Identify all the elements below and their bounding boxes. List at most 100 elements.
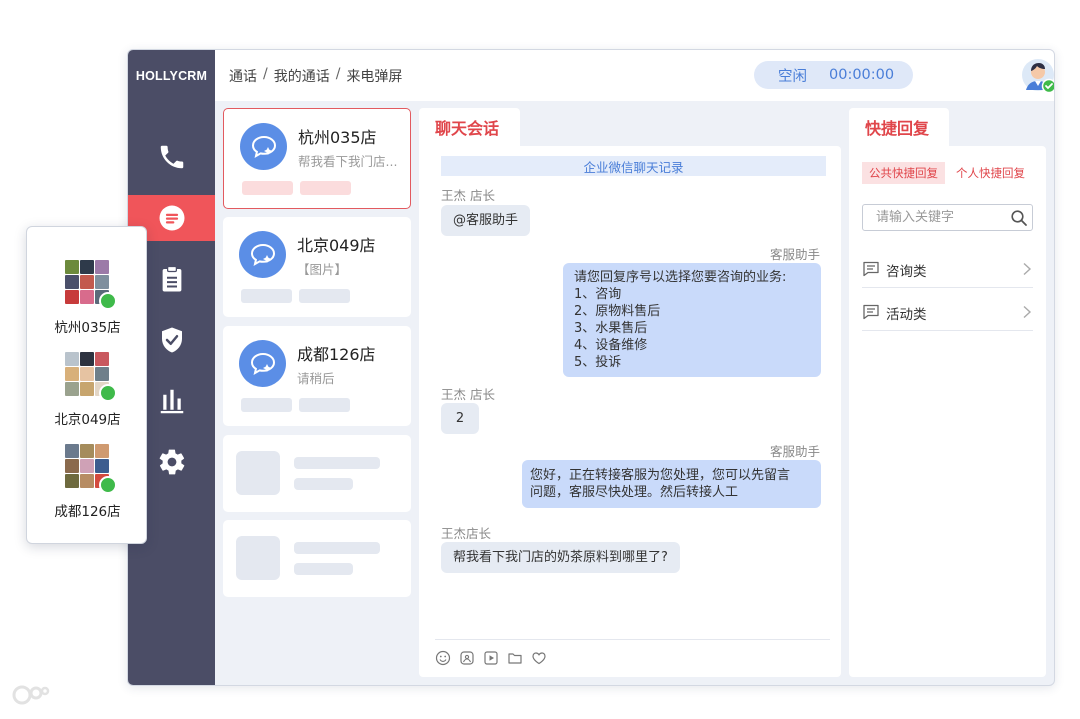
- session-preview: 请稍后: [297, 371, 335, 386]
- wechat-icon: [99, 292, 117, 310]
- session-preview: 【图片】: [297, 262, 348, 277]
- chat-icon: [159, 205, 184, 231]
- skeleton-line: [294, 478, 353, 490]
- video-icon[interactable]: [483, 650, 499, 666]
- session-tag: [299, 289, 350, 303]
- topbar: 通话 / 我的通话 / 来电弹屏 空闲 00:00:00: [215, 50, 1054, 101]
- session-tag: [299, 398, 350, 412]
- session-placeholder: [223, 435, 411, 512]
- call-timer: 00:00:00: [829, 67, 895, 83]
- session-chat-icon: [240, 123, 287, 170]
- emoji-icon[interactable]: [435, 650, 451, 666]
- group-item[interactable]: 北京049店: [27, 352, 148, 432]
- message-bubble: 2: [441, 403, 479, 434]
- session-card[interactable]: 杭州035店 帮我看下我门店...: [223, 108, 411, 209]
- skeleton-avatar: [236, 536, 280, 580]
- message-bubble: 帮我看下我门店的奶茶原料到哪里了?: [441, 542, 680, 573]
- chat-toolbar: [435, 650, 547, 666]
- session-tag: [300, 181, 351, 195]
- nav-phone[interactable]: [128, 134, 215, 180]
- message-line: 请您回复序号以选择您要咨询的业务:: [574, 270, 787, 285]
- tab-personal-quick-reply[interactable]: 个人快捷回复: [949, 162, 1032, 184]
- session-name: 杭州035店: [298, 128, 377, 147]
- chevron-right-icon: [1023, 305, 1032, 319]
- chat-panel: 企业微信聊天记录 王杰 店长 @客服助手 客服助手 请您回复序号以选择您要咨询的…: [419, 146, 841, 677]
- message-icon: [863, 261, 879, 277]
- wechat-icon: [99, 384, 117, 402]
- category-label: 活动类: [886, 307, 927, 323]
- message-sender: 王杰店长: [441, 526, 492, 541]
- wechat-icon: [99, 476, 117, 494]
- tab-quick-reply[interactable]: 快捷回复: [849, 108, 949, 146]
- app-logo: HOLLYCRM: [135, 68, 208, 83]
- breadcrumb-separator: /: [335, 66, 341, 82]
- chat-input-divider: [435, 639, 830, 640]
- session-name: 成都126店: [297, 345, 376, 364]
- session-card[interactable]: 北京049店 【图片】: [223, 217, 411, 317]
- shield-icon: [161, 327, 182, 353]
- message-line: 问题，客服尽快处理。然后转接人工: [530, 485, 739, 500]
- session-card[interactable]: 成都126店 请稍后: [223, 326, 411, 426]
- message-line: 1、咨询: [574, 287, 622, 302]
- message-bubble: @客服助手: [441, 205, 531, 236]
- chevron-right-icon: [1023, 262, 1032, 276]
- breadcrumb-separator: /: [263, 66, 268, 82]
- session-tag: [241, 398, 292, 412]
- quick-reply-category[interactable]: 活动类: [862, 291, 1033, 331]
- watermark-icon: [12, 685, 50, 705]
- skeleton-avatar: [236, 451, 280, 495]
- message-line: 4、设备维修: [574, 338, 648, 353]
- skeleton-line: [294, 542, 380, 554]
- tab-public-quick-reply[interactable]: 公共快捷回复: [862, 162, 945, 184]
- chat-history-banner: 企业微信聊天记录: [441, 156, 826, 176]
- message-icon: [863, 304, 879, 320]
- bar-chart-icon: [160, 389, 183, 414]
- tab-chat-session[interactable]: 聊天会话: [419, 108, 520, 146]
- skeleton-line: [294, 457, 380, 469]
- breadcrumb-item: 来电弹屏: [346, 69, 403, 85]
- heart-icon[interactable]: [531, 650, 547, 666]
- clipboard-icon: [162, 265, 181, 292]
- message-sender: 王杰 店长: [441, 188, 495, 203]
- group-name: 成都126店: [54, 504, 121, 520]
- message-bubble: 您好，正在转接客服为您处理，您可以先留言 问题，客服尽快处理。然后转接人工: [522, 460, 821, 508]
- watermark-logo: [10, 684, 50, 706]
- message-bubble: 请您回复序号以选择您要咨询的业务: 1、咨询 2、原物料售后 3、水果售后 4、…: [563, 263, 821, 377]
- message-sender: 客服助手: [769, 247, 820, 262]
- message-line: 2、原物料售后: [574, 304, 661, 319]
- quick-reply-panel: 公共快捷回复 个人快捷回复 咨询类 活动类: [849, 146, 1046, 677]
- quick-reply-search: [862, 204, 1033, 231]
- skeleton-line: [294, 563, 353, 575]
- session-tag: [241, 289, 292, 303]
- agent-status: 空闲: [778, 68, 807, 85]
- session-placeholder: [223, 520, 411, 597]
- gear-icon: [159, 449, 184, 475]
- message-sender: 王杰 店长: [441, 387, 495, 402]
- crm-window: HOLLYCRM 通话 / 我的通话 / 来电弹屏 空闲 00:00:00 杭州…: [127, 49, 1055, 686]
- group-name: 杭州035店: [54, 320, 121, 336]
- session-name: 北京049店: [297, 236, 376, 255]
- folder-icon[interactable]: [507, 650, 523, 666]
- group-item[interactable]: 杭州035店: [27, 260, 148, 340]
- image-icon[interactable]: [459, 650, 475, 666]
- message-sender: 客服助手: [769, 444, 820, 459]
- message-line: 您好，正在转接客服为您处理，您可以先留言: [530, 468, 791, 483]
- group-item[interactable]: 成都126店: [27, 444, 148, 524]
- search-icon[interactable]: [1010, 209, 1028, 227]
- session-preview: 帮我看下我门店...: [298, 154, 398, 169]
- wechat-group-list: 杭州035店 北京049店 成都126店: [26, 226, 147, 544]
- breadcrumb: 通话 / 我的通话 / 来电弹屏: [229, 66, 402, 86]
- category-label: 咨询类: [886, 264, 927, 280]
- message-line: 3、水果售后: [574, 321, 648, 336]
- breadcrumb-item[interactable]: 我的通话: [274, 66, 330, 86]
- session-tag: [242, 181, 293, 195]
- search-input[interactable]: [863, 205, 1008, 230]
- agent-avatar[interactable]: [1021, 58, 1055, 94]
- session-chat-icon: [239, 231, 286, 278]
- group-name: 北京049店: [54, 412, 121, 428]
- message-line: 5、投诉: [574, 355, 622, 370]
- quick-reply-category[interactable]: 咨询类: [862, 248, 1033, 288]
- phone-icon: [160, 145, 183, 169]
- breadcrumb-item[interactable]: 通话: [229, 66, 257, 86]
- agent-status-pill[interactable]: 空闲 00:00:00: [754, 61, 913, 89]
